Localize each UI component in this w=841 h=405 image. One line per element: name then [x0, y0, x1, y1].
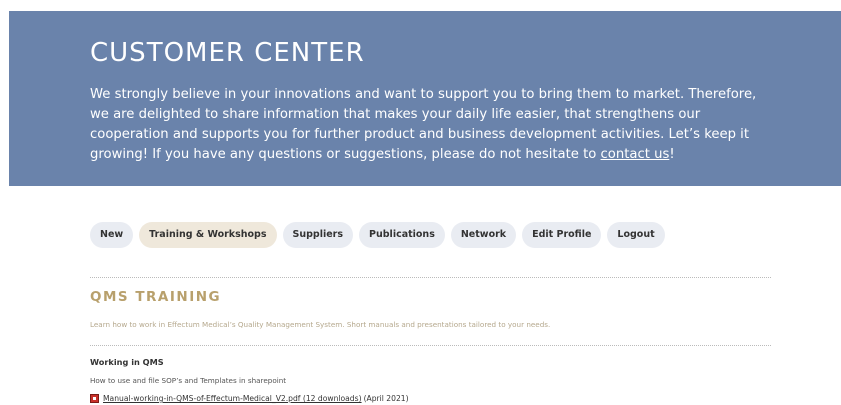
file-date: (April 2021)	[363, 394, 409, 403]
nav-network[interactable]: Network	[450, 222, 517, 248]
section-divider-top	[90, 277, 771, 278]
nav-suppliers[interactable]: Suppliers	[282, 222, 354, 248]
nav-training-workshops[interactable]: Training & Workshops	[139, 222, 277, 248]
item-description: How to use and file SOP’s and Templates …	[90, 376, 287, 385]
nav-new[interactable]: New	[90, 222, 134, 248]
page-title: CUSTOMER CENTER	[90, 38, 365, 68]
pdf-icon	[90, 394, 99, 403]
file-row: Manual-working-in-QMS-of-Effectum-Medica…	[90, 394, 409, 403]
item-title: Working in QMS	[90, 357, 164, 367]
section-divider-bottom	[90, 345, 771, 346]
section-description: Learn how to work in Effectum Medical’s …	[90, 320, 551, 329]
hero-banner: CUSTOMER CENTER We strongly believe in y…	[9, 11, 841, 186]
hero-intro-text: We strongly believe in your innovations …	[90, 85, 770, 165]
hero-text-end: !	[669, 147, 675, 162]
section-title: QMS TRAINING	[90, 289, 222, 305]
customer-nav: New Training & Workshops Suppliers Publi…	[90, 222, 665, 248]
pdf-download-link[interactable]: Manual-working-in-QMS-of-Effectum-Medica…	[103, 394, 362, 403]
nav-edit-profile[interactable]: Edit Profile	[522, 222, 602, 248]
nav-logout[interactable]: Logout	[607, 222, 665, 248]
contact-us-link[interactable]: contact us	[601, 147, 670, 162]
nav-publications[interactable]: Publications	[359, 222, 445, 248]
